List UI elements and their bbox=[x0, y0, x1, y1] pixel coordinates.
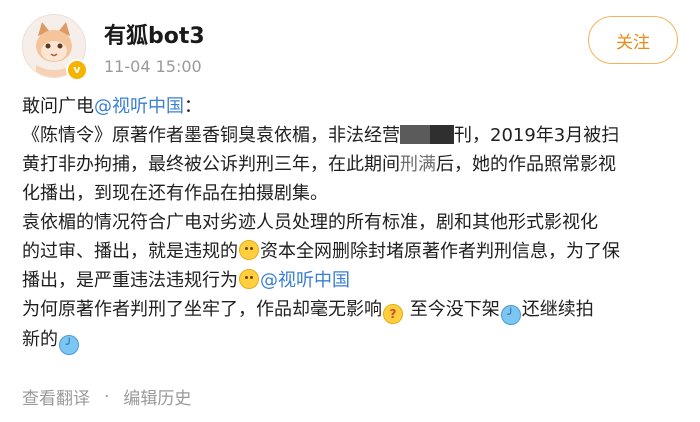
text: 刊，2019年3月被扫 bbox=[454, 125, 620, 146]
text: ： bbox=[184, 96, 202, 117]
separator: · bbox=[104, 386, 110, 407]
post-line-7: 播出，是严重违法违规行为 @视听中国 bbox=[22, 266, 682, 295]
post-content: 敢问广电@视听中国： 《陈情令》原著作者墨香铜臭袁依楣，非法经营 刊，2019年3… bbox=[22, 92, 682, 355]
text: 资本全网删除封堵原著作者判刑信息，为了保 bbox=[260, 241, 620, 262]
mention-link[interactable]: @视听中国 bbox=[260, 270, 350, 291]
post-line-9: 新的 ╯ bbox=[22, 325, 682, 355]
text: 为何原著作者判刑了坐牢了，作品却毫无影响 bbox=[22, 299, 382, 320]
post-footer: 查看翻译 · 编辑历史 bbox=[22, 384, 191, 410]
text: 黄打非办拘捕，最终被公诉判刑三年，在此期间 bbox=[22, 154, 400, 175]
text: 《陈情令》原著作者墨香铜臭袁依楣，非法经营 bbox=[22, 125, 400, 146]
follow-button[interactable]: 关注 bbox=[588, 16, 678, 64]
smile-emoji-icon bbox=[239, 240, 259, 260]
post-line-5: 袁依楣的情况符合广电对劣迹人员处理的所有标准，剧和其他形式影视化 bbox=[22, 212, 598, 233]
text: 的过审、播出，就是违规的 bbox=[22, 241, 238, 262]
text: 至今没下架 bbox=[404, 299, 500, 320]
post-header: v 有狐bot3 11-04 15:00 关注 bbox=[0, 0, 700, 90]
shrug-emoji-icon: ╯ bbox=[500, 305, 521, 325]
question-emoji-icon: ? bbox=[383, 304, 403, 324]
text: 还继续拍 bbox=[521, 299, 594, 320]
text: 新的 bbox=[22, 329, 58, 350]
shrug-emoji-icon: ╯ bbox=[59, 335, 79, 355]
username[interactable]: 有狐bot3 bbox=[104, 18, 205, 50]
post-line-8: 为何原著作者判刑了坐牢了，作品却毫无影响? 至今没下架 ╯ 还继续拍 bbox=[22, 295, 682, 325]
post-line-4: 化播出，到现在还有作品在拍摄剧集。 bbox=[22, 183, 328, 204]
text: 后，她的作品照常影视 bbox=[436, 154, 616, 175]
text: 敢问广电 bbox=[22, 96, 94, 117]
post-line-1: 敢问广电@视听中国： bbox=[22, 92, 682, 121]
blurred-text: 刑满 bbox=[400, 154, 436, 175]
edit-history-link[interactable]: 编辑历史 bbox=[123, 384, 191, 409]
redaction-block bbox=[430, 125, 454, 144]
post-line-6: 的过审、播出，就是违规的 资本全网删除封堵原著作者判刑信息，为了保 bbox=[22, 237, 682, 266]
post-timestamp: 11-04 15:00 bbox=[104, 57, 202, 76]
mention-link[interactable]: @视听中国 bbox=[94, 96, 184, 117]
verified-badge-icon: v bbox=[66, 59, 88, 81]
text: 播出，是严重违法违规行为 bbox=[22, 270, 238, 291]
smile-emoji-icon bbox=[239, 269, 259, 289]
redaction-block bbox=[400, 125, 430, 144]
post-line-2: 《陈情令》原著作者墨香铜臭袁依楣，非法经营 刊，2019年3月被扫 bbox=[22, 121, 682, 150]
post-line-3: 黄打非办拘捕，最终被公诉判刑三年，在此期间刑满后，她的作品照常影视 bbox=[22, 150, 682, 179]
translate-link[interactable]: 查看翻译 bbox=[22, 384, 90, 409]
